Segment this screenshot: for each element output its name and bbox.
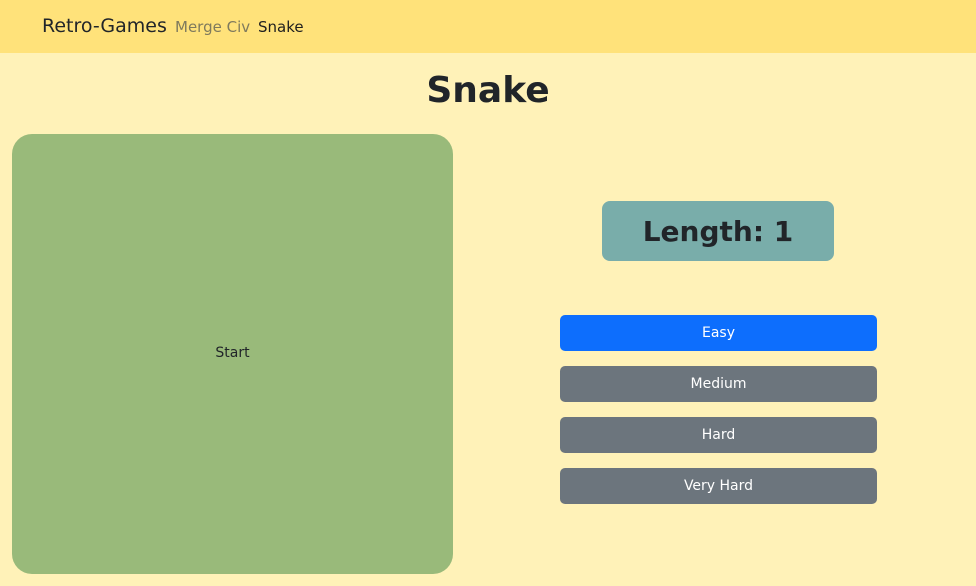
- difficulty-medium-button[interactable]: Medium: [560, 366, 877, 402]
- length-display: Length: 1: [602, 201, 834, 261]
- game-board[interactable]: Start: [12, 134, 453, 574]
- difficulty-very-hard-button[interactable]: Very Hard: [560, 468, 877, 504]
- difficulty-hard-button[interactable]: Hard: [560, 417, 877, 453]
- nav-link-snake[interactable]: Snake: [258, 18, 304, 36]
- top-navbar: Retro-Games Merge Civ Snake: [0, 0, 976, 53]
- start-label[interactable]: Start: [12, 345, 453, 361]
- brand-link[interactable]: Retro-Games: [42, 15, 167, 37]
- page-title: Snake: [426, 70, 550, 111]
- difficulty-easy-button[interactable]: Easy: [560, 315, 877, 351]
- nav-link-merge-civ[interactable]: Merge Civ: [175, 18, 250, 36]
